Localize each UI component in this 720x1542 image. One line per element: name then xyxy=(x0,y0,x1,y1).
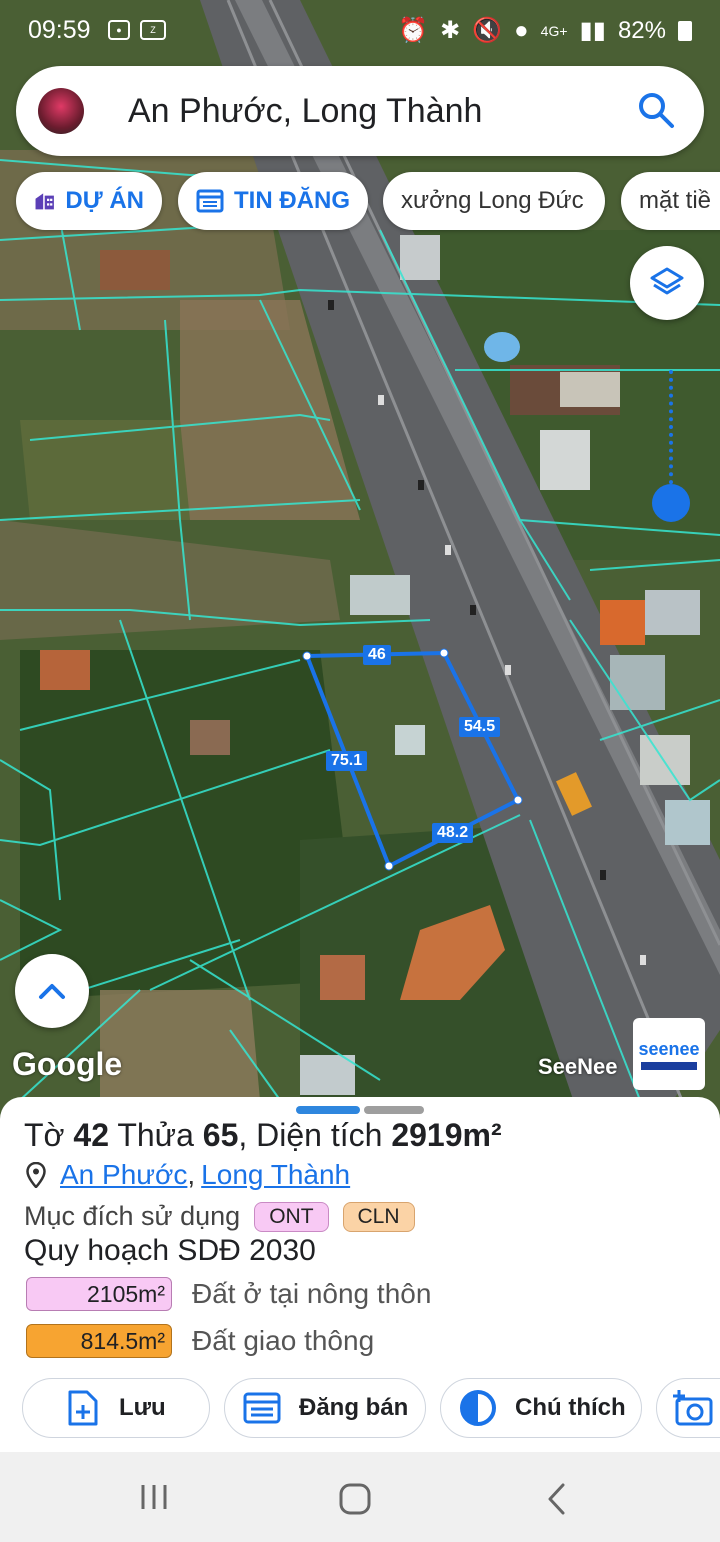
signal-icon: ▮▮ xyxy=(579,17,606,44)
location-pin-icon xyxy=(26,1162,46,1188)
district-link[interactable]: Long Thành xyxy=(201,1159,350,1191)
status-bar: 09:59 ● Z ⏰ ✱ 🔇 ● 4G+ ▮▮ 82% xyxy=(0,0,720,62)
seenee-logo-text: seenee xyxy=(638,1038,700,1059)
post-for-sale-label: Đăng bán xyxy=(299,1394,409,1421)
chip-du-an[interactable]: DỰ ÁN xyxy=(16,172,162,230)
edge-length-right: 54.5 xyxy=(459,717,501,737)
sheet-handle-active[interactable] xyxy=(296,1106,360,1114)
add-photo-button[interactable] xyxy=(656,1378,720,1438)
google-attribution: Google xyxy=(12,1046,123,1082)
search-query[interactable]: An Phước, Long Thành xyxy=(128,92,482,131)
system-nav-bar xyxy=(0,1452,720,1542)
planning-title: Quy hoạch SDĐ 2030 xyxy=(24,1234,316,1267)
home-icon[interactable] xyxy=(338,1482,372,1516)
parcel-label: Thửa xyxy=(117,1117,194,1153)
recorder-icon: ● xyxy=(108,20,130,40)
planning-area: 2105m² xyxy=(26,1277,172,1311)
parcel-location: An Phước , Long Thành xyxy=(26,1159,350,1191)
search-bar[interactable]: An Phước, Long Thành xyxy=(16,66,704,156)
chip-label: xưởng Long Đức xyxy=(401,187,584,214)
listing-icon xyxy=(196,189,224,213)
chevron-up-icon xyxy=(39,984,65,999)
save-button[interactable]: Lưu xyxy=(22,1378,210,1438)
building-icon xyxy=(35,193,54,210)
filter-chips: DỰ ÁN TIN ĐĂNG xưởng Long Đức mặt tiề xyxy=(16,172,720,230)
search-icon[interactable] xyxy=(636,90,676,130)
seenee-label: SeeNee xyxy=(538,1054,618,1079)
planning-desc: Đất ở tại nông thôn xyxy=(192,1278,432,1309)
layers-icon xyxy=(650,267,684,295)
comma: , xyxy=(238,1117,248,1153)
planning-area: 814.5m² xyxy=(26,1324,172,1358)
location-separator: , xyxy=(187,1159,196,1190)
legend-button[interactable]: Chú thích xyxy=(440,1378,642,1438)
legend-label: Chú thích xyxy=(515,1394,626,1421)
chip-mat-tien[interactable]: mặt tiề xyxy=(621,172,720,230)
area-value: 2919m² xyxy=(391,1117,502,1153)
recent-apps-icon[interactable] xyxy=(138,1482,170,1512)
zalo-icon: Z xyxy=(140,20,166,40)
parcel-title: Tờ 42 Thửa 65, Diện tích 2919m² xyxy=(24,1117,502,1154)
sheet-number: 42 xyxy=(73,1117,110,1153)
zoom-track[interactable] xyxy=(669,370,673,500)
purpose-tag-ont[interactable]: ONT xyxy=(254,1201,329,1232)
chip-tin-dang[interactable]: TIN ĐĂNG xyxy=(178,172,368,230)
bluetooth-icon: ✱ xyxy=(440,17,461,44)
purpose-tag-cln[interactable]: CLN xyxy=(342,1201,415,1232)
expand-sheet-button[interactable] xyxy=(15,954,89,1028)
mute-icon: 🔇 xyxy=(472,17,503,44)
zoom-handle[interactable] xyxy=(652,484,690,522)
network-type: 4G+ xyxy=(540,22,568,39)
chip-xuong-long-duc[interactable]: xưởng Long Đức xyxy=(383,172,605,230)
clock: 09:59 xyxy=(28,16,91,44)
add-photo-icon xyxy=(673,1390,713,1426)
map-view[interactable]: 46 54.5 75.1 48.2 09:59 ● Z ⏰ ✱ 🔇 ● 4G+ … xyxy=(0,0,720,1120)
seenee-logo-bar xyxy=(641,1061,697,1070)
purpose-label: Mục đích sử dụng xyxy=(24,1201,241,1231)
save-label: Lưu xyxy=(119,1394,166,1421)
edge-length-top: 46 xyxy=(363,645,391,665)
land-use-purpose: Mục đích sử dụng ONT CLN xyxy=(24,1201,415,1232)
location-icon: ● xyxy=(514,16,529,44)
post-for-sale-button[interactable]: Đăng bán xyxy=(224,1378,426,1438)
area-label: Diện tích xyxy=(256,1117,383,1153)
sheet-handle-inactive[interactable] xyxy=(364,1106,424,1114)
planning-desc: Đất giao thông xyxy=(192,1325,375,1356)
battery-level: 82% xyxy=(617,16,666,44)
plot-outline[interactable] xyxy=(0,0,720,1120)
back-icon[interactable] xyxy=(544,1482,570,1516)
layers-button[interactable] xyxy=(630,246,704,320)
action-bar: Lưu Đăng bán Chú thích xyxy=(22,1378,720,1438)
edge-length-bottom: 48.2 xyxy=(432,823,474,843)
ward-link[interactable]: An Phước xyxy=(60,1159,187,1191)
parcel-info-sheet: Tờ 42 Thửa 65, Diện tích 2919m² An Phước… xyxy=(0,1097,720,1452)
edge-length-left: 75.1 xyxy=(326,751,368,771)
listing-icon xyxy=(243,1392,281,1424)
planning-row: 814.5m² Đất giao thông xyxy=(26,1324,374,1358)
planning-row: 2105m² Đất ở tại nông thôn xyxy=(26,1277,431,1311)
legend-icon xyxy=(460,1390,496,1426)
chip-label: mặt tiề xyxy=(639,187,712,214)
alarm-icon: ⏰ xyxy=(398,17,429,44)
sheet-label: Tờ xyxy=(24,1117,65,1153)
parcel-number: 65 xyxy=(202,1117,239,1153)
seenee-logo[interactable]: seenee xyxy=(633,1018,705,1090)
avatar[interactable] xyxy=(38,88,84,134)
save-doc-icon xyxy=(68,1390,98,1426)
chip-label: DỰ ÁN xyxy=(65,187,144,214)
battery-icon xyxy=(678,20,692,41)
chip-label: TIN ĐĂNG xyxy=(234,187,350,214)
